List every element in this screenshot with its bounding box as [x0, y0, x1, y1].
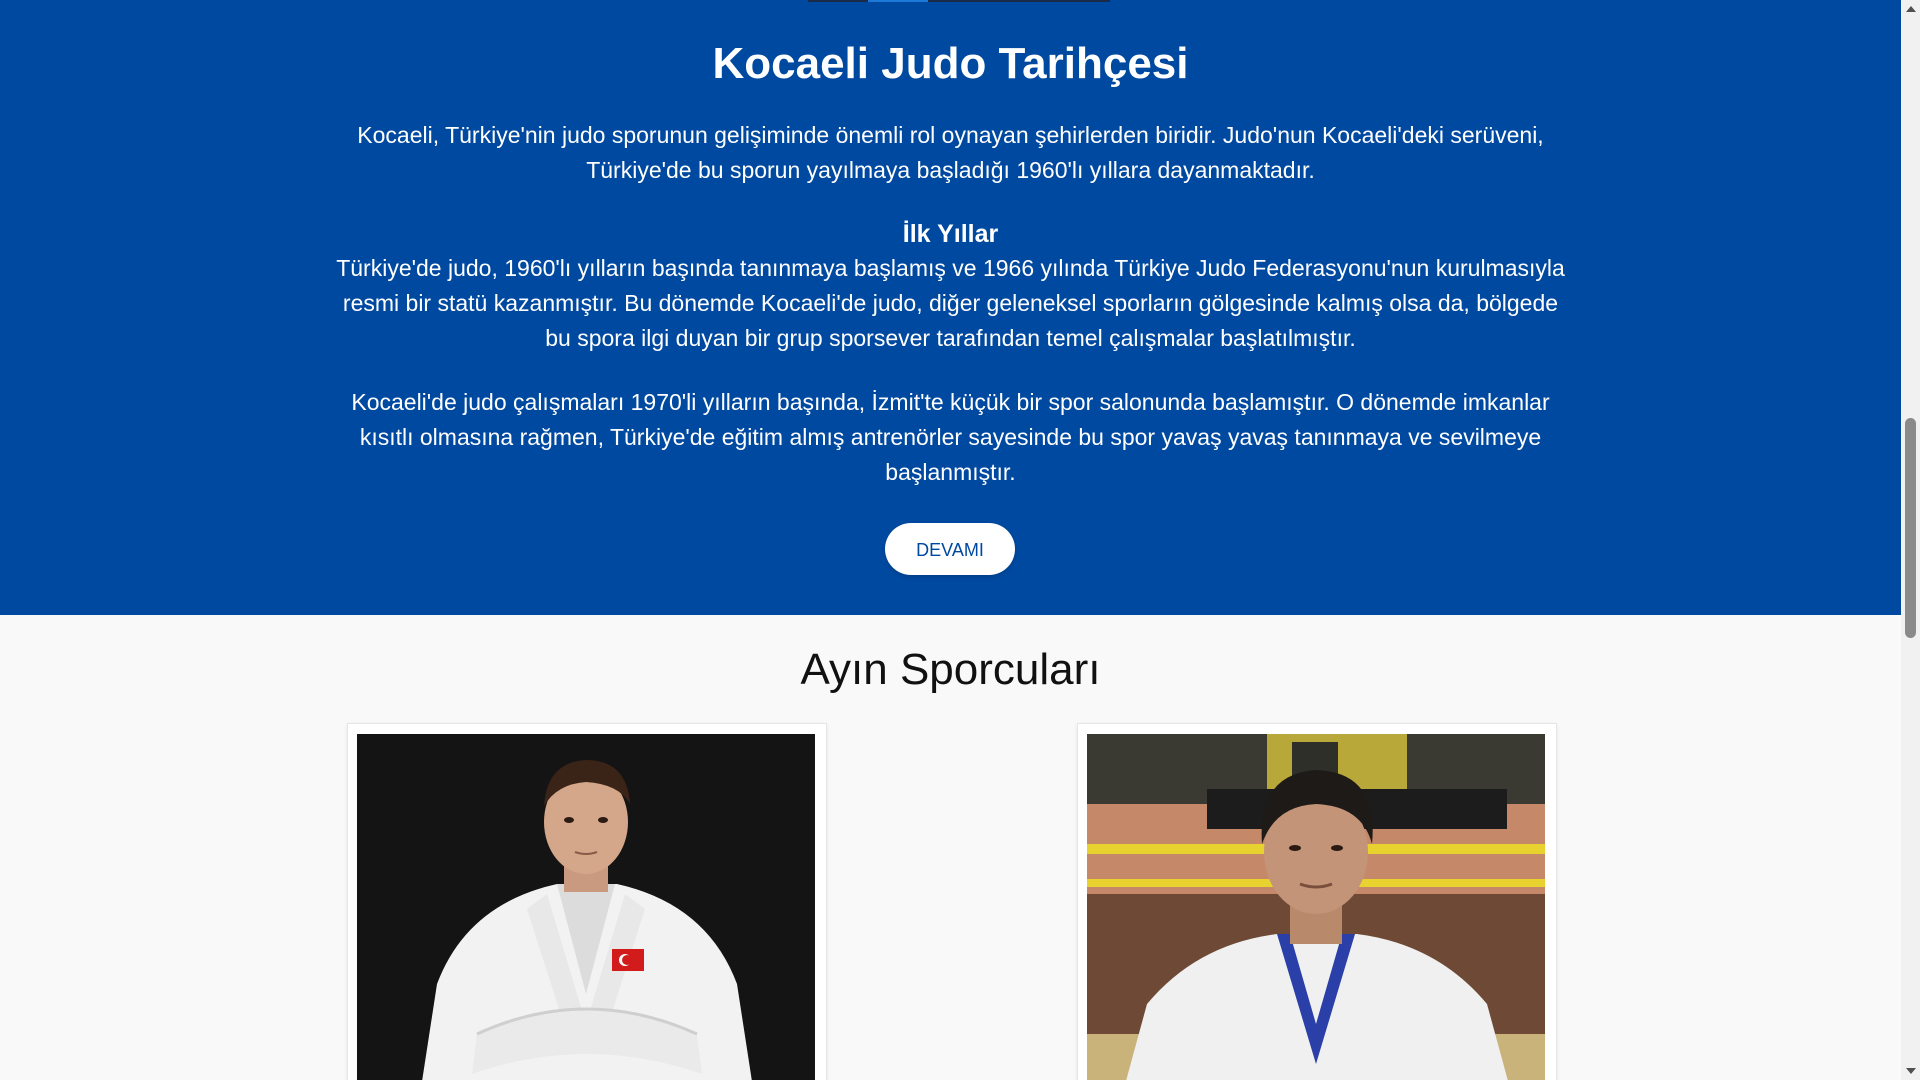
carousel-indicator-2-active[interactable]: [868, 0, 928, 2]
page-content: Kocaeli Judo Tarihçesi Kocaeli, Türkiye'…: [0, 0, 1901, 1080]
carousel-indicators: [808, 0, 1110, 2]
history-paragraph-1: Türkiye'de judo, 1960'lı yılların başınd…: [336, 255, 1565, 351]
history-title: Kocaeli Judo Tarihçesi: [712, 39, 1189, 88]
carousel-indicator-3[interactable]: [928, 0, 1110, 2]
athlete-card-1[interactable]: [347, 723, 827, 1080]
scroll-down-arrow-icon[interactable]: [1906, 1068, 1916, 1074]
history-subheading: İlk Yıllar: [902, 220, 999, 248]
athletes-title: Ayın Sporcuları: [800, 645, 1101, 694]
athlete-photo-2[interactable]: [1087, 734, 1545, 1080]
carousel-indicator-1[interactable]: [808, 0, 868, 2]
history-section: Kocaeli Judo Tarihçesi Kocaeli, Türkiye'…: [0, 0, 1901, 615]
history-intro: Kocaeli, Türkiye'nin judo sporunun geliş…: [357, 122, 1544, 183]
page-scrollbar[interactable]: [1901, 0, 1920, 1080]
history-body: Kocaeli, Türkiye'nin judo sporunun geliş…: [330, 118, 1571, 490]
athlete-photo-1[interactable]: [357, 734, 815, 1080]
scroll-up-arrow-icon[interactable]: [1906, 6, 1916, 12]
page-viewport: Kocaeli Judo Tarihçesi Kocaeli, Türkiye'…: [0, 0, 1920, 1080]
history-paragraph-2: Kocaeli'de judo çalışmaları 1970'li yıll…: [351, 389, 1550, 485]
scrollbar-thumb[interactable]: [1905, 418, 1916, 638]
more-button[interactable]: DEVAMI: [885, 523, 1015, 575]
athlete-card-2[interactable]: [1077, 723, 1557, 1080]
